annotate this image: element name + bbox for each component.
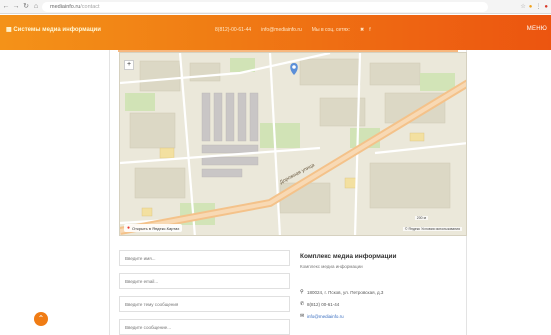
open-in-yandex-maps-link[interactable]: ● Открыть в Яндекс.Картах — [124, 224, 183, 232]
logo-icon: ▦ — [6, 27, 12, 33]
chevron-up-icon: ⌃ — [37, 314, 45, 323]
company-info: Комплекс медиа информации Комплекс медиа… — [300, 253, 460, 319]
browser-extensions: ☆ ● ⋮ ● — [520, 2, 548, 12]
company-title: Комплекс медиа информации — [300, 253, 397, 260]
extension-icon[interactable]: ● — [529, 2, 533, 12]
phone-row: ✆ 8(812) 00-61-44 — [300, 301, 339, 307]
menu-button[interactable]: МЕНЮ — [527, 26, 547, 32]
address-text: 180024, г. Псков, ул. Петровская, д.3 — [307, 289, 384, 295]
name-input[interactable] — [119, 250, 290, 266]
message-input[interactable] — [119, 319, 290, 335]
phone-text[interactable]: 8(812) 00-61-44 — [307, 302, 339, 307]
profile-icon[interactable]: ● — [544, 2, 548, 12]
location-icon: ⚲ — [300, 289, 304, 295]
forward-arrow-icon[interactable]: → — [12, 2, 20, 12]
url-path: /contact — [80, 4, 100, 10]
header-contacts: 8(812)-00-61-44 info@mediainfo.ru Мы в с… — [215, 27, 371, 33]
home-icon[interactable]: ⌂ — [32, 2, 40, 12]
scroll-top-button[interactable]: ⌃ — [34, 312, 48, 326]
back-arrow-icon[interactable]: ← — [2, 2, 10, 12]
zoom-control[interactable]: + — [124, 60, 134, 70]
yandex-map[interactable]: + Дорожная улица ● Открыть в Яндекс.Карт… — [119, 52, 467, 236]
map-copyright[interactable]: © Яндекс Условия использования — [402, 227, 462, 231]
menu-dots-icon[interactable]: ⋮ — [535, 2, 541, 12]
address-bar[interactable]: mediainfo.ru/contact — [42, 2, 488, 12]
browser-toolbar: ← → ↻ ⌂ mediainfo.ru/contact ☆ ● ⋮ ● — [0, 0, 551, 14]
star-icon[interactable]: ☆ — [520, 2, 525, 12]
reload-icon[interactable]: ↻ — [22, 2, 30, 12]
social-label: Мы в соц. сетях: — [311, 27, 350, 33]
browser-nav: ← → ↻ ⌂ — [2, 2, 40, 12]
url-domain: mediainfo.ru — [50, 4, 81, 10]
vk-icon[interactable]: ✖ — [360, 27, 364, 33]
site-header: ▦ Системы медиа информации 8(812)-00-61-… — [0, 15, 551, 50]
site-brand[interactable]: ▦ Системы медиа информации — [6, 26, 101, 33]
header-phone[interactable]: 8(812)-00-61-44 — [215, 27, 251, 33]
social-links: ✖ f — [360, 27, 371, 33]
phone-icon: ✆ — [300, 301, 305, 307]
company-subtitle: Комплекс медиа информации — [300, 264, 363, 269]
email-link[interactable]: info@mediainfo.ru — [307, 314, 344, 319]
map-scale: 200 м — [414, 216, 428, 220]
brand-text: Системы медиа информации — [13, 27, 101, 33]
facebook-icon[interactable]: f — [369, 27, 370, 33]
map-pin-icon: ● — [127, 225, 131, 231]
map-canvas — [120, 53, 466, 235]
email-row: ✉ info@mediainfo.ru — [300, 313, 344, 319]
address-row: ⚲ 180024, г. Псков, ул. Петровская, д.3 — [300, 289, 383, 295]
header-email[interactable]: info@mediainfo.ru — [261, 27, 302, 33]
open-in-maps-label: Открыть в Яндекс.Картах — [132, 225, 180, 231]
email-input[interactable] — [119, 273, 290, 289]
envelope-icon: ✉ — [300, 313, 305, 319]
subject-input[interactable] — [119, 296, 290, 312]
